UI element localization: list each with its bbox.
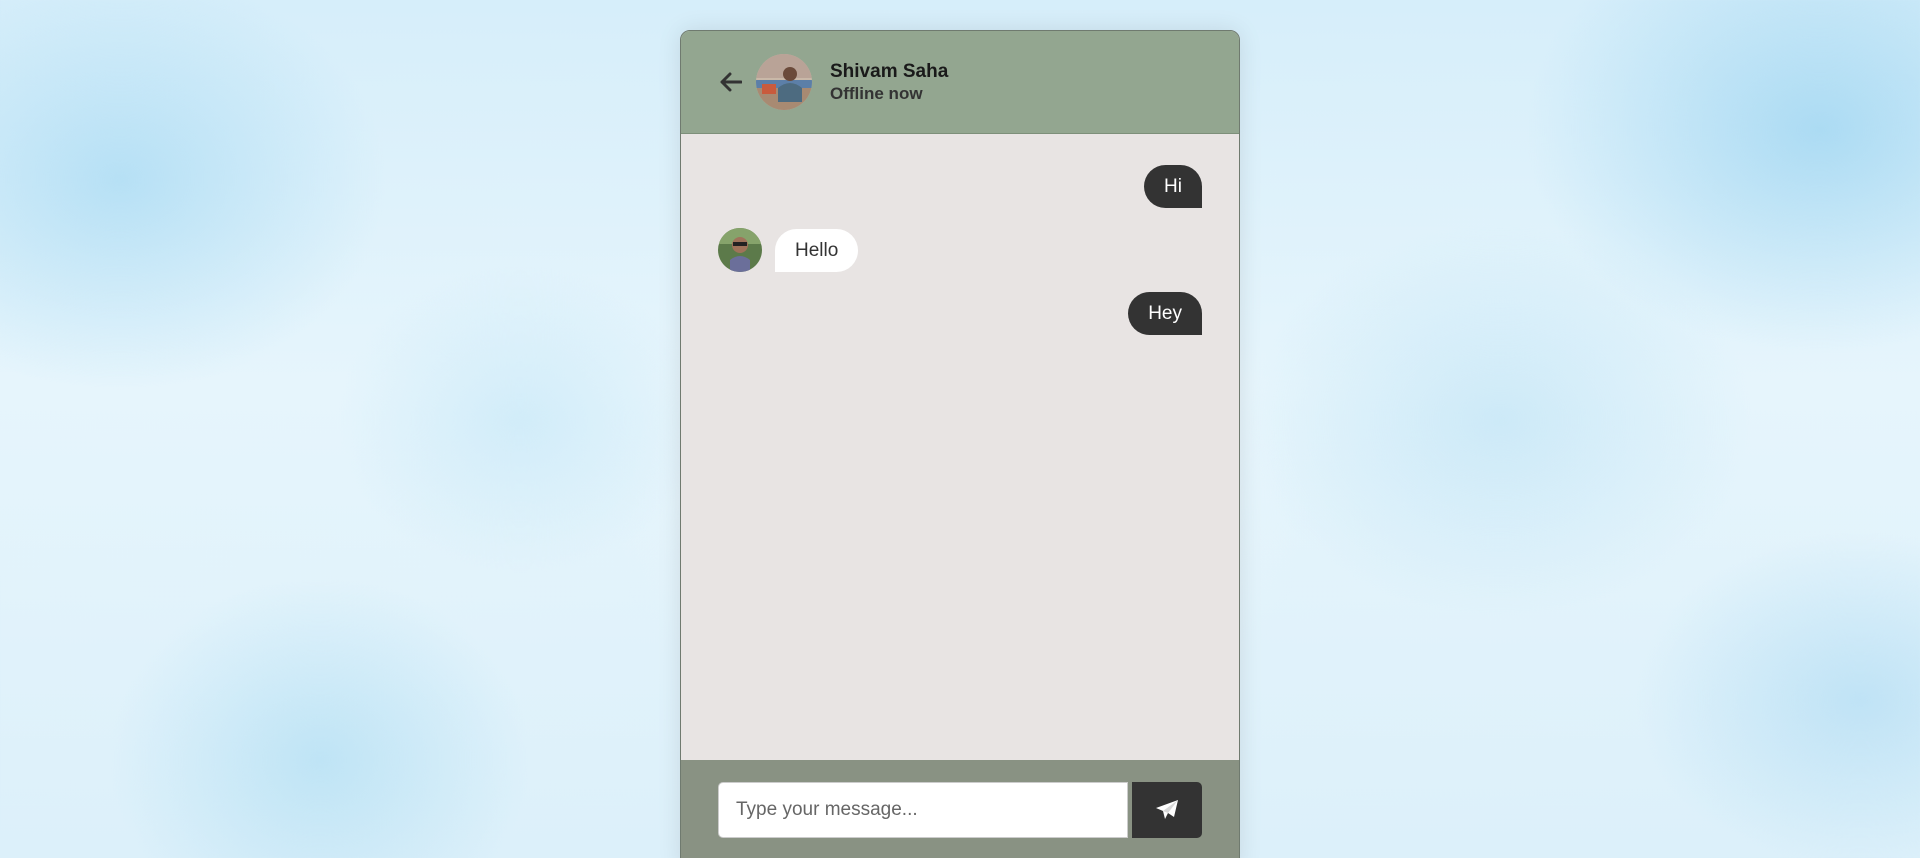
incoming-message: Hello bbox=[775, 228, 859, 272]
contact-info: Shivam Saha Offline now bbox=[830, 60, 948, 104]
send-button[interactable] bbox=[1132, 782, 1202, 838]
chat-messages[interactable]: Hi Hello Hey bbox=[681, 134, 1239, 758]
message-composer bbox=[681, 760, 1239, 858]
outgoing-message: Hey bbox=[1128, 292, 1202, 335]
contact-avatar[interactable] bbox=[756, 54, 812, 110]
sender-avatar bbox=[718, 228, 762, 272]
message-row: Hello bbox=[718, 228, 1202, 272]
contact-status: Offline now bbox=[830, 84, 923, 103]
chat-window: Shivam Saha Offline now Hi Hello Hey bbox=[680, 30, 1240, 858]
outgoing-message: Hi bbox=[1144, 165, 1202, 208]
message-row: Hey bbox=[718, 292, 1202, 335]
back-button[interactable] bbox=[718, 69, 744, 95]
paper-plane-icon bbox=[1156, 800, 1179, 819]
chat-header: Shivam Saha Offline now bbox=[681, 31, 1239, 134]
contact-name: Shivam Saha bbox=[830, 61, 949, 82]
message-input[interactable] bbox=[718, 782, 1129, 838]
message-row: Hi bbox=[718, 165, 1202, 208]
arrow-left-icon bbox=[720, 72, 742, 92]
